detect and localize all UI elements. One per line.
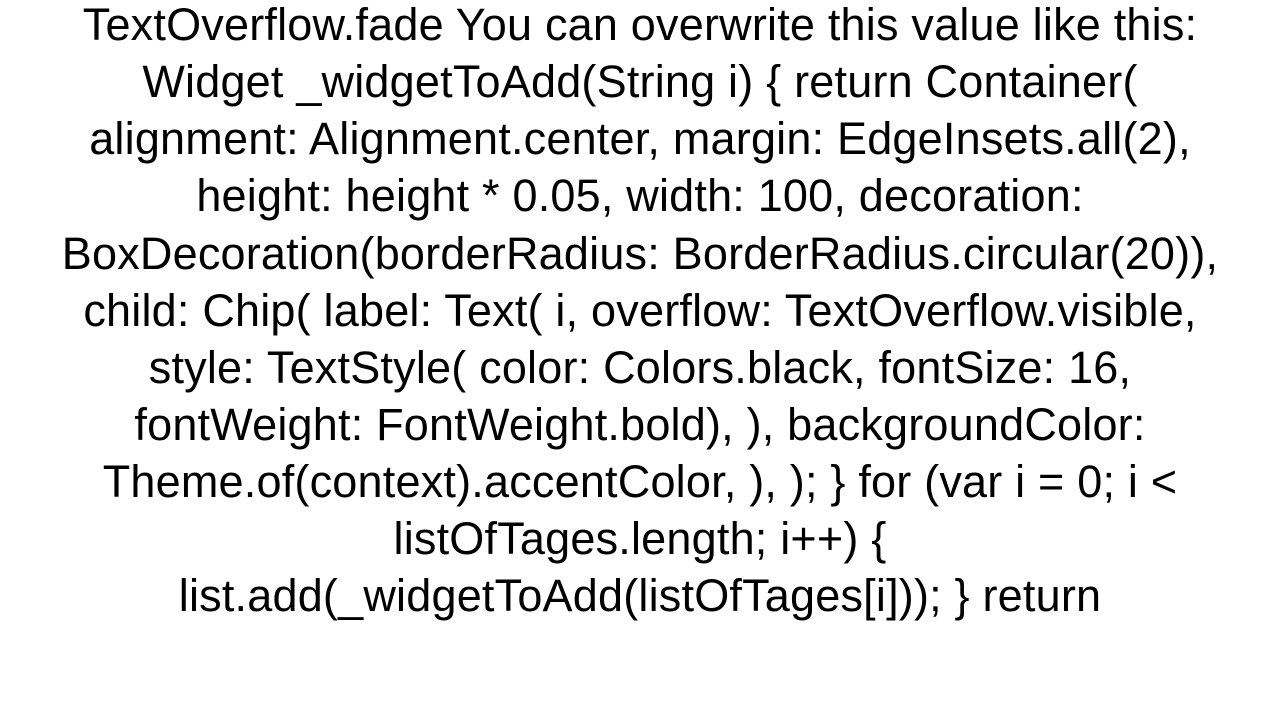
document-body-text: TextOverflow.fade You can overwrite this… xyxy=(20,0,1260,625)
